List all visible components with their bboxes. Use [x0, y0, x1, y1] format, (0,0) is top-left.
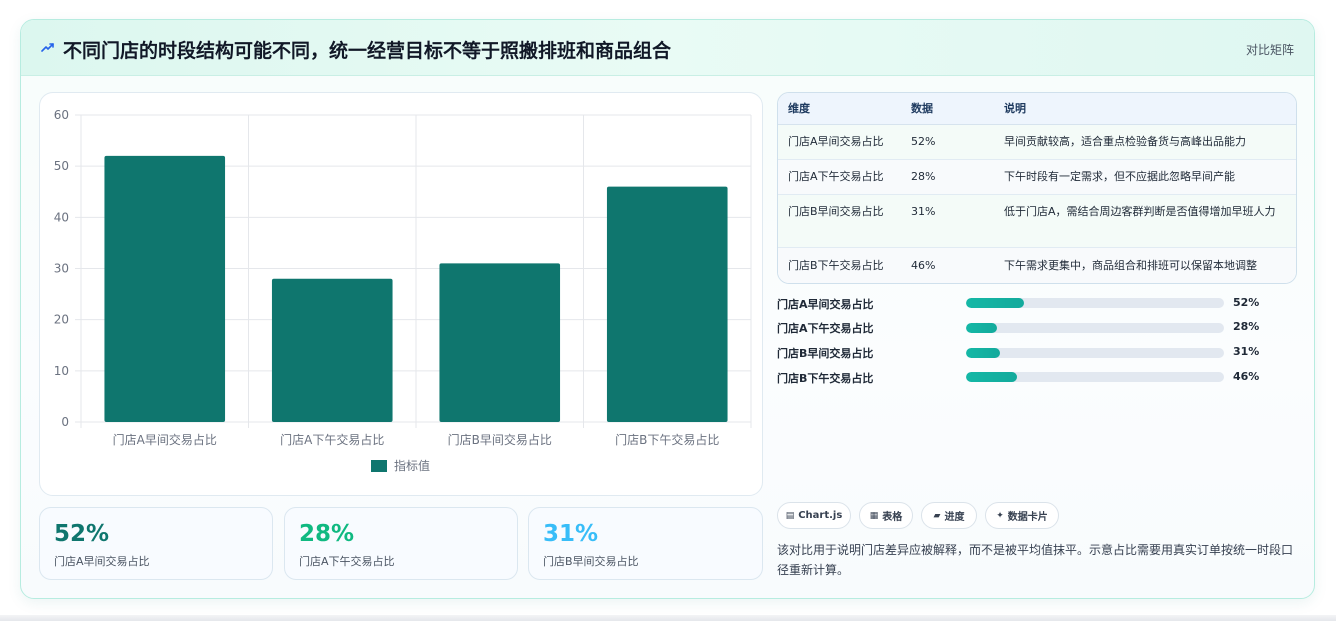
y-tick-label: 0: [61, 415, 69, 429]
progress-value: 31%: [1233, 345, 1260, 358]
stat-card-store-a-morning: 52% 门店A早间交易占比: [39, 507, 273, 580]
progress-value: 52%: [1233, 296, 1260, 309]
progress-label: 门店B早间交易占比: [777, 347, 874, 360]
card-body: 0 10 20 30 40 50 60 门店A早间交易占比 门店A下午交易占比 门店B早间交易占比…: [20, 19, 1315, 599]
table-cell: 门店A下午交易占比: [788, 170, 884, 183]
chip-chartjs[interactable]: ▤ Chart.js: [777, 502, 851, 529]
progress-value: 28%: [1233, 320, 1260, 333]
stat-value: 31%: [543, 521, 599, 547]
chip-data-cards[interactable]: ✦ 数据卡片: [985, 502, 1059, 529]
bar: [439, 263, 561, 422]
table-row: 门店B早间交易占比 31% 低于门店A，需结合周边客群判断是否值得增加早班人力: [778, 195, 1296, 248]
x-tick-label: 门店A早间交易占比: [113, 432, 217, 447]
table-cell: 门店B早间交易占比: [788, 205, 884, 218]
table-cell: 46%: [911, 259, 936, 272]
bar-chart: 0 10 20 30 40 50 60 门店A早间交易占比 门店A下午交易占比 门店B早间交易占比…: [54, 108, 752, 473]
comparison-table: 维度 数据 说明 门店A早间交易占比 52% 早间贡献较高，适合重点检验备货与高…: [777, 92, 1297, 284]
column-header-description: 说明: [1004, 102, 1026, 115]
bar: [104, 155, 226, 422]
table-cell: 52%: [911, 135, 936, 148]
table-header: 维度 数据 说明: [778, 93, 1296, 125]
table-cell: 门店A早间交易占比: [788, 135, 884, 148]
table-icon: ▦: [869, 510, 879, 521]
progress-label: 门店A下午交易占比: [777, 322, 874, 335]
progress-icon: ▰: [933, 510, 941, 521]
page-bottom-shade: [0, 615, 1336, 621]
footnote: 该对比用于说明门店差异应被解释，而不是被平均值抹平。示意占比需要用真实订单按统一…: [777, 543, 1294, 577]
progress-fill: [966, 298, 1024, 308]
chip-table[interactable]: ▦ 表格: [859, 502, 913, 529]
chip-progress[interactable]: ▰ 进度: [921, 502, 977, 529]
stat-card-store-a-afternoon: 28% 门店A下午交易占比: [284, 507, 518, 580]
progress-track: [966, 323, 1224, 333]
chip-label: 数据卡片: [1007, 512, 1048, 523]
x-tick-label: 门店B早间交易占比: [448, 432, 552, 447]
progress-fill: [966, 348, 1001, 358]
progress-track: [966, 298, 1224, 308]
progress-label: 门店A早间交易占比: [777, 298, 874, 311]
column-header-data: 数据: [911, 102, 933, 115]
y-tick-label: 20: [54, 313, 69, 327]
progress-value: 46%: [1233, 370, 1260, 383]
progress-fill: [966, 372, 1018, 382]
progress-track: [966, 348, 1224, 358]
stat-label: 门店A下午交易占比: [299, 555, 395, 568]
bar: [606, 186, 728, 422]
progress-label: 门店B下午交易占比: [777, 372, 874, 385]
table-cell: 31%: [911, 205, 936, 218]
bar: [271, 278, 393, 422]
table-row: 门店A下午交易占比 28% 下午时段有一定需求，但不应据此忽略早间产能: [778, 160, 1296, 195]
table-row: 门店B下午交易占比 46% 下午需求更集中，商品组合和排班可以保留本地调整: [778, 248, 1296, 283]
table-row: 门店A早间交易占比 52% 早间贡献较高，适合重点检验备货与高峰出品能力: [778, 125, 1296, 160]
progress-fill: [966, 323, 998, 333]
chip-label: Chart.js: [798, 510, 843, 521]
sparkle-icon: ✦: [996, 510, 1004, 521]
column-header-dimension: 维度: [788, 102, 810, 115]
table-cell: 门店B下午交易占比: [788, 259, 884, 272]
x-tick-label: 门店A下午交易占比: [280, 432, 384, 447]
legend-label: 指标值: [394, 458, 430, 473]
y-tick-label: 40: [54, 210, 69, 224]
table-cell: 低于门店A，需结合周边客群判断是否值得增加早班人力: [1004, 205, 1276, 218]
table-cell: 下午需求更集中，商品组合和排班可以保留本地调整: [1004, 259, 1257, 272]
table-cell: 28%: [911, 170, 936, 183]
chip-label: 表格: [882, 512, 903, 523]
x-tick-label: 门店B下午交易占比: [615, 432, 719, 447]
chart-icon: ▤: [785, 510, 795, 521]
table-cell: 下午时段有一定需求，但不应据此忽略早间产能: [1004, 170, 1235, 183]
progress-track: [966, 372, 1224, 382]
table-cell: 早间贡献较高，适合重点检验备货与高峰出品能力: [1004, 135, 1246, 148]
legend-swatch: [371, 460, 387, 472]
y-tick-label: 60: [54, 108, 69, 122]
stat-label: 门店A早间交易占比: [54, 555, 150, 568]
chip-label: 进度: [944, 512, 965, 523]
stat-label: 门店B早间交易占比: [543, 555, 639, 568]
stat-value: 28%: [299, 521, 355, 547]
stat-value: 52%: [54, 521, 110, 547]
bar-chart-panel: 0 10 20 30 40 50 60 门店A早间交易占比 门店A下午交易占比 门店B早间交易占比…: [39, 92, 763, 496]
y-tick-label: 50: [54, 159, 69, 173]
y-tick-label: 30: [54, 262, 69, 276]
y-tick-label: 10: [54, 364, 69, 378]
stat-card-store-b-morning: 31% 门店B早间交易占比: [528, 507, 763, 580]
